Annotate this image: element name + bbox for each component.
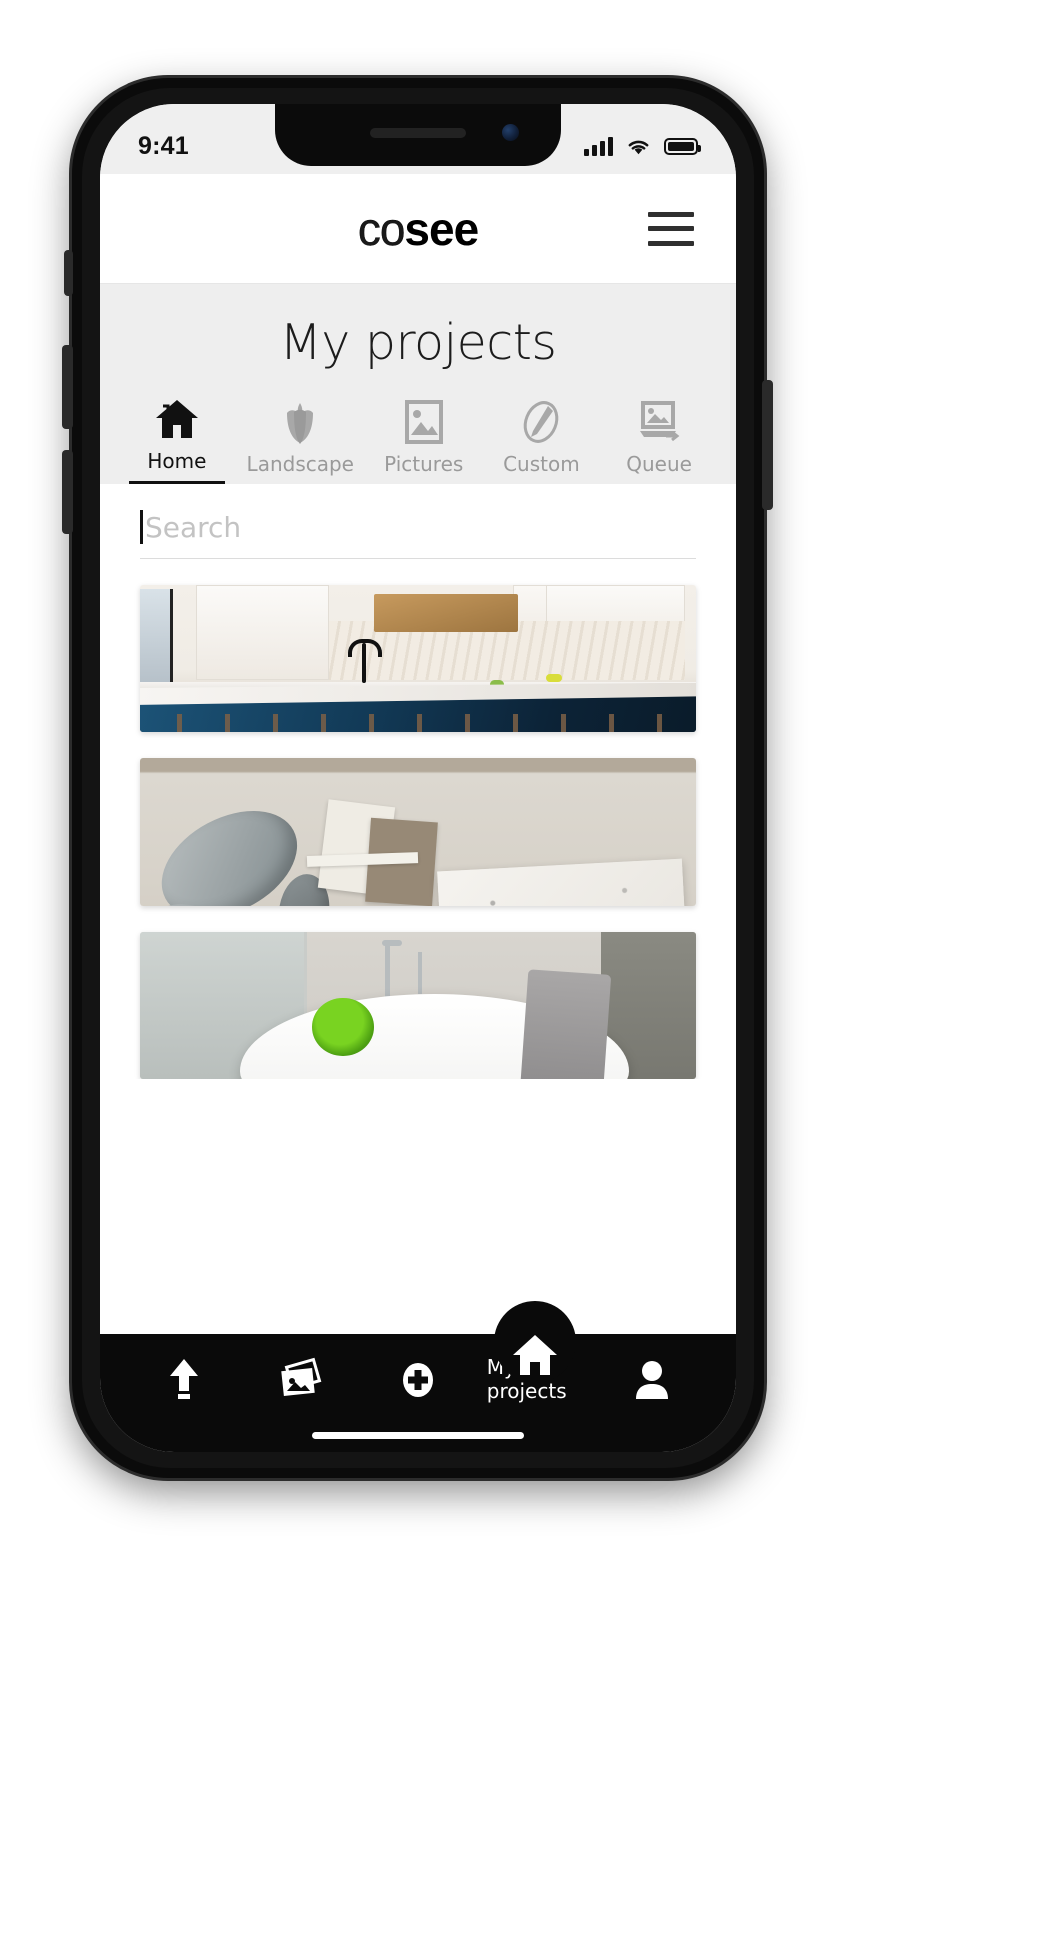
person-icon xyxy=(635,1361,668,1399)
tab-home-label: Home xyxy=(147,449,207,473)
flower-icon xyxy=(279,398,321,446)
tab-home[interactable]: Home xyxy=(128,395,225,484)
nav-upload[interactable] xyxy=(136,1357,232,1407)
upload-arrow-icon xyxy=(170,1359,199,1399)
nav-photos[interactable] xyxy=(253,1357,349,1407)
brand-logo-light: co xyxy=(357,202,406,255)
brand-logo-bold: see xyxy=(404,202,479,255)
search-field[interactable] xyxy=(140,510,696,559)
phone-screen: 9:41 co see My projects Home Landscape P… xyxy=(100,104,736,1452)
photo-stack-icon xyxy=(281,1357,322,1397)
tab-pictures-label: Pictures xyxy=(384,452,464,476)
tab-landscape-label: Landscape xyxy=(246,452,354,476)
front-camera xyxy=(502,124,519,141)
status-icons-group xyxy=(584,136,701,156)
volume-up-button[interactable] xyxy=(62,345,73,429)
tab-custom[interactable]: Custom xyxy=(493,398,589,484)
brand-logo: co see xyxy=(357,202,480,255)
tab-custom-label: Custom xyxy=(503,452,580,476)
power-button[interactable] xyxy=(762,380,773,510)
project-list[interactable]: LIL BLUEby Kristina Leigh xyxy=(100,559,736,1079)
device-notch xyxy=(275,104,561,166)
project-card-falkon[interactable]: FALKONby Kristina Leigh xyxy=(140,758,696,906)
wifi-icon xyxy=(628,140,649,154)
project-thumbnail-bathroom xyxy=(140,931,696,1079)
home-icon xyxy=(154,395,200,443)
silent-switch[interactable] xyxy=(64,250,73,296)
project-thumbnail-kitchen xyxy=(140,585,696,733)
home-icon xyxy=(493,1301,576,1383)
tab-landscape[interactable]: Landscape xyxy=(247,398,354,484)
screenshot-stage: 9:41 co see My projects Home Landscape P… xyxy=(0,0,1037,1956)
project-thumbnail-materials xyxy=(140,758,696,906)
hamburger-menu-icon[interactable] xyxy=(648,211,694,246)
tab-pictures[interactable]: Pictures xyxy=(376,398,472,484)
app-header: co see xyxy=(100,174,736,284)
nav-my-projects[interactable]: My projects xyxy=(487,1301,583,1403)
battery-full-icon xyxy=(664,137,701,155)
search-input[interactable] xyxy=(144,510,696,544)
search-row xyxy=(100,484,736,559)
tab-queue[interactable]: Queue xyxy=(611,398,707,484)
pencil-circle-icon xyxy=(519,398,563,446)
queue-image-icon xyxy=(636,398,682,446)
volume-down-button[interactable] xyxy=(62,450,73,534)
status-time: 9:41 xyxy=(138,131,189,160)
project-card-lil-blue[interactable]: LIL BLUEby Kristina Leigh xyxy=(140,585,696,733)
cellular-signal-icon xyxy=(584,136,613,156)
title-and-tabs-band: My projects Home Landscape Pictures Cust… xyxy=(100,284,736,484)
picture-icon xyxy=(404,398,444,446)
plus-circle-icon xyxy=(402,1363,433,1397)
text-caret xyxy=(140,510,143,544)
tab-queue-label: Queue xyxy=(626,452,692,476)
project-card-partial[interactable] xyxy=(140,931,696,1079)
earpiece-speaker xyxy=(370,128,466,138)
home-indicator[interactable] xyxy=(312,1432,524,1439)
page-title: My projects xyxy=(279,314,557,371)
category-tabs: Home Landscape Pictures Custom Queue xyxy=(100,371,736,484)
nav-profile[interactable] xyxy=(604,1357,700,1407)
nav-add[interactable] xyxy=(370,1357,466,1407)
